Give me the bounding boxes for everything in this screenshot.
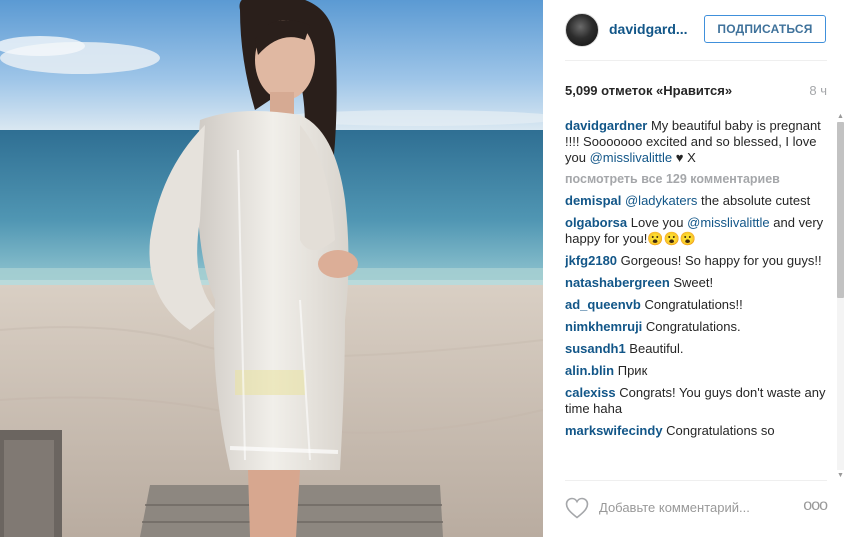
add-comment-input[interactable] [599, 500, 799, 515]
comment-text: Congratulations. [642, 319, 741, 334]
scroll-down-arrow-icon[interactable]: ▼ [836, 471, 845, 480]
caption-text-end: ♥ X [672, 150, 696, 165]
more-options-icon[interactable]: ooo [803, 497, 828, 515]
header-divider [565, 60, 827, 61]
scrollbar-thumb[interactable] [837, 122, 844, 298]
caption: davidgardner My beautiful baby is pregna… [565, 118, 831, 166]
comment-item: ad_queenvb Congratulations!! [565, 297, 831, 313]
comment-username[interactable]: demispal [565, 193, 621, 208]
comment-username[interactable]: nimkhemruji [565, 319, 642, 334]
comment-username[interactable]: susandh1 [565, 341, 626, 356]
comment-username[interactable]: ad_queenvb [565, 297, 641, 312]
comment-username[interactable]: natashabergreen [565, 275, 670, 290]
comment-item: natashabergreen Sweet! [565, 275, 831, 291]
comment-item: nimkhemruji Congratulations. [565, 319, 831, 335]
comment-text: the absolute cutest [697, 193, 811, 208]
caption-mention[interactable]: @misslivalittle [590, 150, 673, 165]
follow-button[interactable]: ПОДПИСАТЬСЯ [704, 15, 826, 43]
likes-count[interactable]: 5,099 отметок «Нравится» [565, 83, 732, 98]
comment-text: Beautiful. [625, 341, 684, 356]
comment-username[interactable]: markswifecindy [565, 423, 663, 438]
comment-mention[interactable]: @ladykaters [625, 193, 697, 208]
post-footer: ooo [543, 480, 847, 537]
comment-item: susandh1 Beautiful. [565, 341, 831, 357]
comment-text: Прик [614, 363, 648, 378]
post-photo[interactable] [0, 0, 543, 537]
comments-list: davidgardner My beautiful baby is pregna… [565, 118, 831, 476]
comment-item: calexiss Congrats! You guys don't waste … [565, 385, 831, 417]
avatar[interactable] [565, 13, 599, 47]
comments-scrollbar[interactable]: ▲ ▼ [836, 112, 845, 480]
comment-username[interactable]: calexiss [565, 385, 616, 400]
comment-item: alin.blin Прик [565, 363, 831, 379]
view-all-comments-link[interactable]: посмотреть все 129 комментариев [565, 172, 831, 186]
post-author-username[interactable]: davidgard... [609, 21, 688, 37]
comment-text: Congratulations so [662, 423, 775, 438]
comment-text: Gorgeous! So happy for you guys!! [617, 253, 822, 268]
post-header: davidgard... ПОДПИСАТЬСЯ [543, 0, 847, 60]
beach-photo [0, 0, 543, 537]
comment-username[interactable]: alin.blin [565, 363, 614, 378]
caption-username[interactable]: davidgardner [565, 118, 647, 133]
comment-mention[interactable]: @misslivalittle [687, 215, 770, 230]
heart-icon[interactable] [565, 497, 589, 519]
comment-item: jkfg2180 Gorgeous! So happy for you guys… [565, 253, 831, 269]
post-side-panel: davidgard... ПОДПИСАТЬСЯ 5,099 отметок «… [543, 0, 847, 537]
comment-text: Love you [627, 215, 688, 230]
post-timestamp[interactable]: 8 ч [809, 83, 827, 98]
comment-username[interactable]: olgaborsa [565, 215, 627, 230]
comment-text: Sweet! [669, 275, 714, 290]
comment-username[interactable]: jkfg2180 [565, 253, 617, 268]
scroll-up-arrow-icon[interactable]: ▲ [836, 112, 845, 121]
comment-text: Congratulations!! [640, 297, 743, 312]
comment-item: olgaborsa Love you @misslivalittle and v… [565, 215, 831, 247]
comment-item: markswifecindy Congratulations so [565, 423, 831, 439]
comment-item: demispal @ladykaters the absolute cutest [565, 193, 831, 209]
